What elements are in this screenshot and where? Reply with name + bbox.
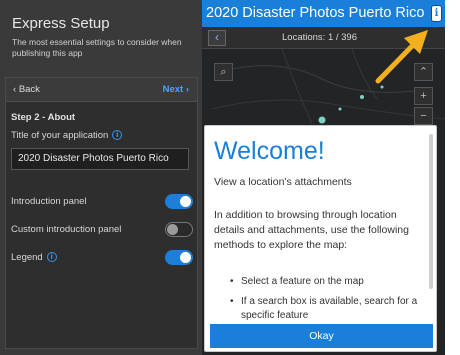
legend-label: Legend i — [11, 252, 57, 263]
welcome-scrollbar[interactable] — [429, 134, 433, 289]
info-icon[interactable]: i — [46, 252, 57, 263]
custom-intro-panel-row: Custom introduction panel — [11, 222, 193, 238]
step-box: ‹ Back Next › Step 2 - About Title of yo… — [5, 77, 198, 349]
toggle-knob — [180, 196, 191, 207]
app-header-title: 2020 Disaster Photos Puerto Rico — [206, 5, 425, 21]
app-title-label: Title of your application i — [11, 130, 123, 141]
legend-row: Legend i — [11, 250, 193, 266]
next-button[interactable]: Next › — [163, 84, 189, 95]
chevron-left-icon[interactable]: ‹ — [208, 30, 226, 46]
okay-button[interactable]: Okay — [210, 324, 433, 348]
list-item: Select a feature on the map — [214, 275, 426, 289]
custom-intro-panel-label: Custom introduction panel — [11, 224, 122, 235]
panel-subtitle: The most essential settings to consider … — [12, 37, 182, 58]
next-label: Next — [162, 84, 184, 95]
legend-label-text: Legend — [11, 252, 43, 263]
toggle-knob — [167, 224, 178, 235]
app-header: 2020 Disaster Photos Puerto Rico — [202, 0, 445, 27]
search-icon[interactable]: ⌕ — [214, 63, 233, 81]
welcome-heading: Welcome! — [214, 137, 325, 165]
intro-panel-label: Introduction panel — [11, 196, 87, 207]
chevron-left-icon: ‹ — [13, 84, 17, 95]
legend-toggle[interactable] — [165, 250, 193, 265]
minus-icon[interactable]: − — [414, 107, 433, 125]
list-item: If a search box is available, search for… — [214, 295, 426, 323]
annotation-arrow — [375, 30, 428, 84]
express-setup-panel: Express Setup The most essential setting… — [0, 0, 202, 355]
welcome-dialog: Welcome! View a location's attachments I… — [204, 125, 437, 352]
back-label: Back — [18, 84, 40, 95]
locations-counter: Locations: 1 / 396 — [282, 32, 357, 43]
step-navigation: ‹ Back Next › — [6, 78, 197, 102]
panel-title: Express Setup — [12, 15, 110, 32]
back-button[interactable]: ‹ Back — [13, 84, 40, 95]
toggle-knob — [180, 252, 191, 263]
app-title-label-text: Title of your application — [11, 130, 109, 141]
chevron-right-icon: › — [185, 84, 189, 95]
intro-panel-row: Introduction panel — [11, 194, 193, 210]
welcome-list: Select a feature on the map If a search … — [214, 275, 426, 329]
welcome-body: In addition to browsing through location… — [214, 209, 409, 251]
app-title-input[interactable]: 2020 Disaster Photos Puerto Rico — [11, 148, 189, 170]
intro-panel-toggle[interactable] — [165, 194, 193, 209]
info-icon[interactable]: i — [112, 130, 123, 141]
info-icon[interactable] — [431, 5, 442, 22]
welcome-intro: View a location's attachments — [214, 176, 352, 188]
step-label: Step 2 - About — [11, 112, 76, 123]
custom-intro-panel-toggle[interactable] — [165, 222, 193, 237]
